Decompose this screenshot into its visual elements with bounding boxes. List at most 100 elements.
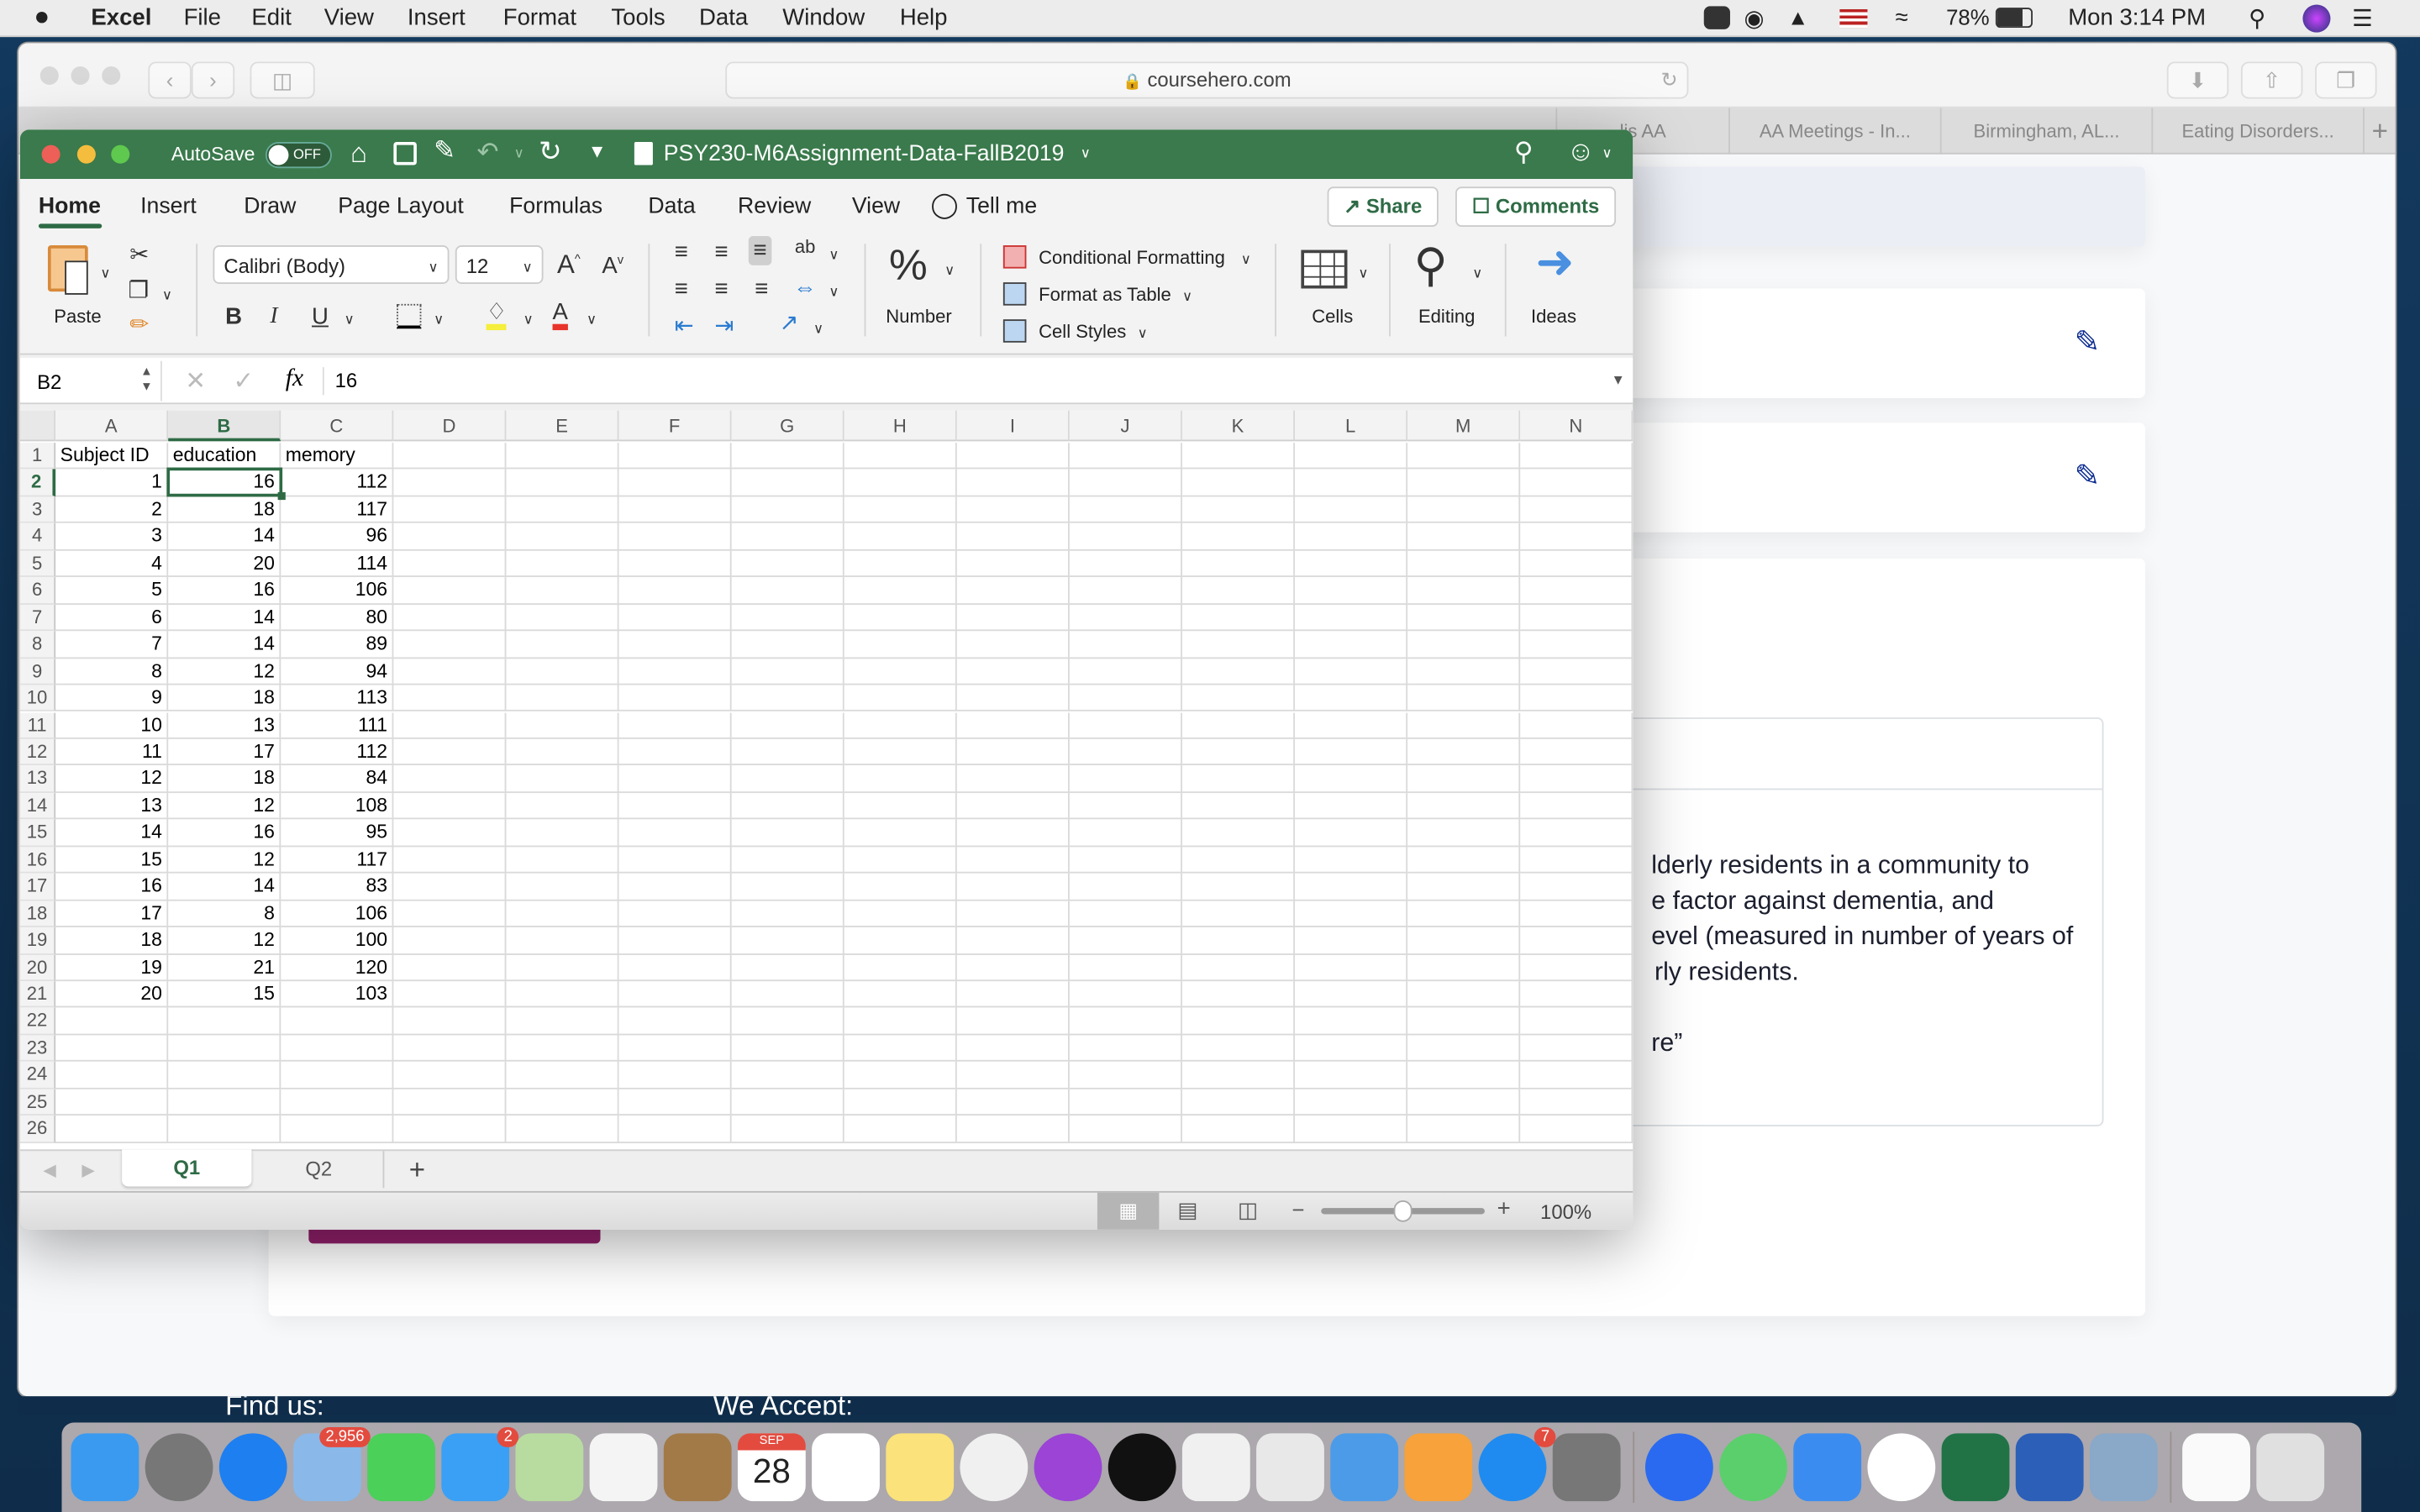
empty-cell[interactable]: [844, 1089, 957, 1116]
row-header[interactable]: 19: [19, 927, 56, 955]
row-header[interactable]: 12: [19, 738, 56, 766]
row-header[interactable]: 18: [19, 900, 56, 928]
menu-format[interactable]: Format: [503, 5, 576, 31]
wrap-text-icon[interactable]: ab: [795, 238, 816, 256]
data-cell[interactable]: 16: [55, 873, 169, 900]
empty-cell[interactable]: [956, 1035, 1070, 1063]
empty-cell[interactable]: [956, 873, 1070, 900]
title-dropdown-icon[interactable]: ∨: [1081, 145, 1091, 162]
data-cell[interactable]: 117: [281, 846, 394, 874]
data-cell[interactable]: 16: [168, 819, 281, 847]
empty-cell[interactable]: [844, 873, 957, 900]
empty-cell[interactable]: [1069, 1089, 1182, 1116]
undo-icon[interactable]: ↶: [477, 137, 499, 168]
empty-cell[interactable]: [393, 954, 507, 982]
empty-cell[interactable]: [844, 496, 957, 524]
underline-button[interactable]: U: [312, 306, 329, 329]
empty-cell[interactable]: [1069, 443, 1182, 470]
empty-cell[interactable]: [506, 577, 619, 605]
row-header[interactable]: 22: [19, 1008, 56, 1036]
empty-cell[interactable]: [618, 900, 732, 928]
empty-cell[interactable]: [618, 685, 732, 712]
empty-cell[interactable]: [844, 900, 957, 928]
page-layout-view-icon[interactable]: ▤: [1177, 1197, 1197, 1223]
empty-cell[interactable]: [1407, 1035, 1521, 1063]
empty-cell[interactable]: [1181, 443, 1296, 470]
empty-cell[interactable]: [731, 873, 844, 900]
empty-cell[interactable]: [618, 577, 732, 605]
empty-cell[interactable]: [618, 1116, 732, 1143]
zoom-slider-thumb[interactable]: [1393, 1200, 1413, 1222]
airplay-icon[interactable]: ▲: [1787, 5, 1808, 29]
empty-cell[interactable]: [731, 711, 844, 739]
empty-cell[interactable]: [1181, 604, 1296, 632]
empty-cell[interactable]: [618, 1089, 732, 1116]
row-header[interactable]: 11: [19, 711, 56, 739]
data-cell[interactable]: 3: [55, 523, 169, 551]
dock-finder-icon[interactable]: [71, 1433, 139, 1502]
empty-cell[interactable]: [844, 470, 957, 497]
tab-insert[interactable]: Insert: [140, 194, 197, 218]
empty-cell[interactable]: [1520, 470, 1634, 497]
data-cell[interactable]: 108: [281, 792, 394, 820]
data-cell[interactable]: 4: [55, 550, 169, 578]
align-center-icon[interactable]: ≡: [714, 278, 728, 302]
increase-font-size-icon[interactable]: A^: [557, 251, 581, 277]
empty-cell[interactable]: [844, 1008, 957, 1036]
format-painter-icon[interactable]: ✏: [129, 313, 149, 337]
empty-cell[interactable]: [393, 792, 507, 820]
empty-cell[interactable]: [1295, 470, 1408, 497]
empty-cell[interactable]: [1181, 792, 1296, 820]
close-button[interactable]: [41, 144, 60, 164]
formula-input[interactable]: 16: [335, 369, 358, 392]
data-cell[interactable]: 19: [55, 954, 169, 982]
empty-cell[interactable]: [168, 1008, 281, 1036]
dock-facetime-icon[interactable]: [367, 1433, 435, 1502]
row-header[interactable]: 23: [19, 1035, 56, 1063]
empty-cell[interactable]: [55, 1116, 169, 1143]
battery-icon[interactable]: [1995, 8, 2033, 29]
empty-cell[interactable]: [956, 927, 1070, 955]
empty-cell[interactable]: [844, 846, 957, 874]
data-cell[interactable]: 8: [55, 658, 169, 685]
data-cell[interactable]: 14: [168, 604, 281, 632]
clock[interactable]: Mon 3:14 PM: [2068, 5, 2206, 31]
empty-cell[interactable]: [1407, 792, 1521, 820]
edit-pencil-icon[interactable]: ✎: [2075, 323, 2101, 361]
empty-cell[interactable]: [844, 819, 957, 847]
align-middle-icon[interactable]: ≡: [714, 241, 728, 265]
empty-cell[interactable]: [393, 658, 507, 685]
align-top-icon[interactable]: ≡: [675, 241, 688, 265]
orientation-icon[interactable]: ↗: [780, 312, 799, 335]
empty-cell[interactable]: [1407, 765, 1521, 793]
dock-notability-icon[interactable]: [1644, 1433, 1713, 1502]
empty-cell[interactable]: [956, 1089, 1070, 1116]
empty-cell[interactable]: [1069, 981, 1182, 1009]
zoom-app-icon[interactable]: [1703, 6, 1730, 29]
empty-cell[interactable]: [956, 523, 1070, 551]
empty-cell[interactable]: [731, 1089, 844, 1116]
tab-draw[interactable]: Draw: [244, 194, 296, 218]
dock-spotify-icon[interactable]: [1719, 1433, 1787, 1502]
italic-button[interactable]: I: [270, 305, 277, 329]
data-cell[interactable]: 20: [55, 981, 169, 1009]
empty-cell[interactable]: [731, 658, 844, 685]
empty-cell[interactable]: [1520, 685, 1634, 712]
empty-cell[interactable]: [393, 738, 507, 766]
wrap-text-dropdown-icon[interactable]: ∨: [829, 247, 839, 264]
empty-cell[interactable]: [506, 550, 619, 578]
font-name-select[interactable]: Calibri (Body) ∨: [213, 245, 450, 284]
empty-cell[interactable]: [1295, 765, 1408, 793]
empty-cell[interactable]: [1520, 523, 1634, 551]
borders-dropdown-icon[interactable]: ∨: [434, 312, 444, 328]
borders-icon[interactable]: [397, 303, 422, 329]
zoom-in-button[interactable]: +: [1497, 1195, 1511, 1221]
empty-cell[interactable]: [1181, 900, 1296, 928]
empty-cell[interactable]: [731, 792, 844, 820]
tell-me-search[interactable]: Tell me: [966, 194, 1037, 218]
empty-cell[interactable]: [1520, 1089, 1634, 1116]
empty-cell[interactable]: [618, 550, 732, 578]
data-cell[interactable]: 114: [281, 550, 394, 578]
data-cell[interactable]: 5: [55, 577, 169, 605]
empty-cell[interactable]: [393, 819, 507, 847]
